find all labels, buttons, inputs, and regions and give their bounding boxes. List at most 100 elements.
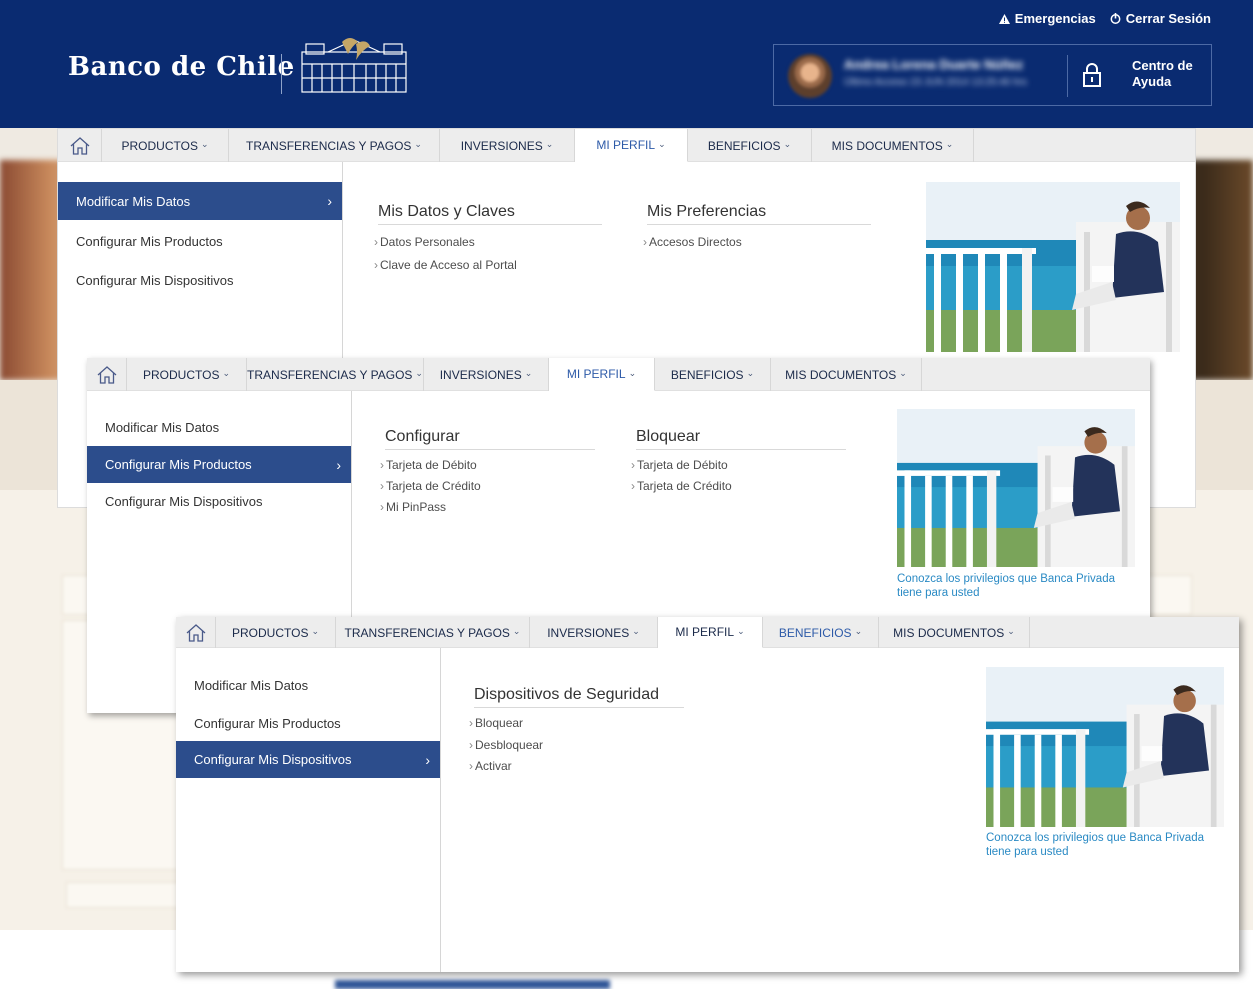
nav-mi-perfil[interactable]: MI PERFIL ⌄ [658,617,763,648]
background-card [66,882,186,908]
chevron-down-icon: ⌄ [524,368,533,378]
logo-separator [281,54,282,94]
logout-icon [1110,13,1121,24]
side-menu: Modificar Mis Datos Configurar Mis Produ… [176,648,441,972]
promo-image[interactable] [986,667,1224,827]
avatar[interactable] [788,54,832,98]
nav-mis-documentos[interactable]: MIS DOCUMENTOS ⌄ [879,617,1030,648]
chevron-down-icon: ⌄ [854,626,863,636]
nav-beneficios[interactable]: BENEFICIOS ⌄ [688,129,812,162]
side-item-label: Modificar Mis Datos [105,419,220,435]
chevron-right-icon: › [374,258,378,272]
main-nav: PRODUCTOS ⌄ TRANSFERENCIAS Y PAGOS ⌄ INVER… [176,617,1239,648]
nav-home[interactable] [58,129,102,162]
nav-label: MI PERFIL [566,367,626,381]
nav-home[interactable] [87,358,127,391]
user-name: Andrea Lorena Duarte Núñez [844,57,1024,72]
chevron-down-icon: ⌄ [1007,626,1015,636]
nav-beneficios[interactable]: BENEFICIOS ⌄ [655,358,771,391]
side-item-configurar-dispositivos[interactable]: Configurar Mis Dispositivos › [176,741,440,778]
warning-icon [998,13,1010,24]
chevron-down-icon: ⌄ [658,138,666,149]
side-item-label: Configurar Mis Productos [105,457,252,472]
background-footer-bar [335,980,610,989]
chevron-down-icon: ⌄ [783,139,792,149]
user-box-separator [1067,55,1068,97]
nav-transferencias[interactable]: TRANSFERENCIAS Y PAGOS ⌄ [229,129,440,162]
last-access-text: Último Acceso 23 JUN 2014 13:25:46 hrs [844,77,1027,88]
nav-inversiones[interactable]: INVERSIONES ⌄ [530,617,658,648]
chevron-right-icon: › [380,500,384,514]
main-nav: PRODUCTOS ⌄ TRANSFERENCIAS Y PAGOS ⌄ INVER… [87,358,1150,391]
chevron-right-icon: › [631,479,635,493]
link-bloquear-debito[interactable]: › Tarjeta de Débito [631,458,728,472]
promo-image[interactable] [926,182,1180,352]
promo-image[interactable] [897,409,1135,567]
link-bloquear[interactable]: › Bloquear [469,716,523,730]
side-item-label: Configurar Mis Dispositivos [105,493,263,509]
chevron-right-icon: › [469,716,473,730]
nav-mis-documentos[interactable]: MIS DOCUMENTOS ⌄ [771,358,922,391]
nav-label: BENEFICIOS [670,367,744,382]
link-label: Clave de Acceso al Portal [380,258,517,272]
side-item-configurar-productos[interactable]: Configurar Mis Productos [176,704,440,742]
side-item-modificar-datos[interactable]: Modificar Mis Datos › [58,182,342,220]
side-item-label: Configurar Mis Dispositivos [76,272,234,288]
bank-logo[interactable]: Banco de Chile [68,52,295,82]
link-configurar-credito[interactable]: › Tarjeta de Crédito [380,479,481,493]
nav-label: INVERSIONES [439,367,522,382]
nav-mis-documentos[interactable]: MIS DOCUMENTOS ⌄ [812,129,974,162]
side-item-modificar-datos[interactable]: Modificar Mis Datos [176,666,440,704]
side-item-label: Configurar Mis Dispositivos [194,752,352,767]
emergencias-link[interactable]: Emergencias [998,11,1096,26]
link-clave-acceso[interactable]: › Clave de Acceso al Portal [374,258,517,272]
side-item-label: Modificar Mis Datos [194,677,309,693]
side-item-configurar-productos[interactable]: Configurar Mis Productos [58,222,342,260]
chevron-down-icon: ⌄ [632,626,640,636]
nav-transferencias[interactable]: TRANSFERENCIAS Y PAGOS ⌄ [336,617,530,648]
link-configurar-debito[interactable]: › Tarjeta de Débito [380,458,477,472]
lock-icon[interactable] [1082,63,1102,87]
help-center-link[interactable]: Centro de Ayuda [1132,58,1202,90]
side-item-modificar-datos[interactable]: Modificar Mis Datos [87,408,351,446]
side-item-label: Configurar Mis Productos [76,233,223,249]
nav-label: MI PERFIL [596,138,656,152]
link-datos-personales[interactable]: › Datos Personales [374,235,475,249]
nav-productos[interactable]: PRODUCTOS ⌄ [102,129,229,162]
home-icon [97,365,116,384]
link-mi-pinpass[interactable]: › Mi PinPass [380,500,446,514]
link-bloquear-credito[interactable]: › Tarjeta de Crédito [631,479,732,493]
link-label: Accesos Directos [649,235,742,249]
nav-label: MIS DOCUMENTOS [785,367,897,382]
logout-label: Cerrar Sesión [1125,11,1211,26]
nav-mi-perfil[interactable]: MI PERFIL ⌄ [549,358,655,391]
logout-link[interactable]: Cerrar Sesión [1110,11,1211,26]
link-label: Tarjeta de Débito [637,458,728,472]
side-item-configurar-productos[interactable]: Configurar Mis Productos › [87,446,351,483]
nav-mi-perfil[interactable]: MI PERFIL ⌄ [575,129,688,162]
chevron-right-icon: › [643,235,647,249]
promo-caption-link[interactable]: Conozca los privilegios que Banca Privad… [897,572,1127,600]
side-item-configurar-dispositivos[interactable]: Configurar Mis Dispositivos [58,261,342,299]
chevron-down-icon: ⌄ [311,626,319,636]
chevron-right-icon: › [425,751,430,768]
chevron-right-icon: › [469,738,473,752]
nav-inversiones[interactable]: INVERSIONES ⌄ [440,129,575,162]
nav-productos[interactable]: PRODUCTOS ⌄ [216,617,336,648]
side-item-configurar-dispositivos[interactable]: Configurar Mis Dispositivos [87,482,351,520]
link-desbloquear[interactable]: › Desbloquear [469,738,543,752]
promo-caption-link[interactable]: Conozca los privilegios que Banca Privad… [986,831,1216,859]
chevron-down-icon: ⌄ [222,368,230,378]
nav-inversiones[interactable]: INVERSIONES ⌄ [424,358,549,391]
nav-label: TRANSFERENCIAS Y PAGOS [247,367,413,382]
nav-label: MIS DOCUMENTOS [893,625,1005,640]
nav-productos[interactable]: PRODUCTOS ⌄ [127,358,247,391]
link-label: Mi PinPass [386,500,447,514]
chevron-down-icon: ⌄ [899,368,907,378]
nav-beneficios[interactable]: BENEFICIOS ⌄ [763,617,879,648]
user-box: Andrea Lorena Duarte Núñez Último Acceso… [773,44,1212,106]
nav-transferencias[interactable]: TRANSFERENCIAS Y PAGOS ⌄ [247,358,424,391]
link-accesos-directos[interactable]: › Accesos Directos [643,235,742,249]
link-activar[interactable]: › Activar [469,759,512,773]
nav-home[interactable] [176,617,216,648]
